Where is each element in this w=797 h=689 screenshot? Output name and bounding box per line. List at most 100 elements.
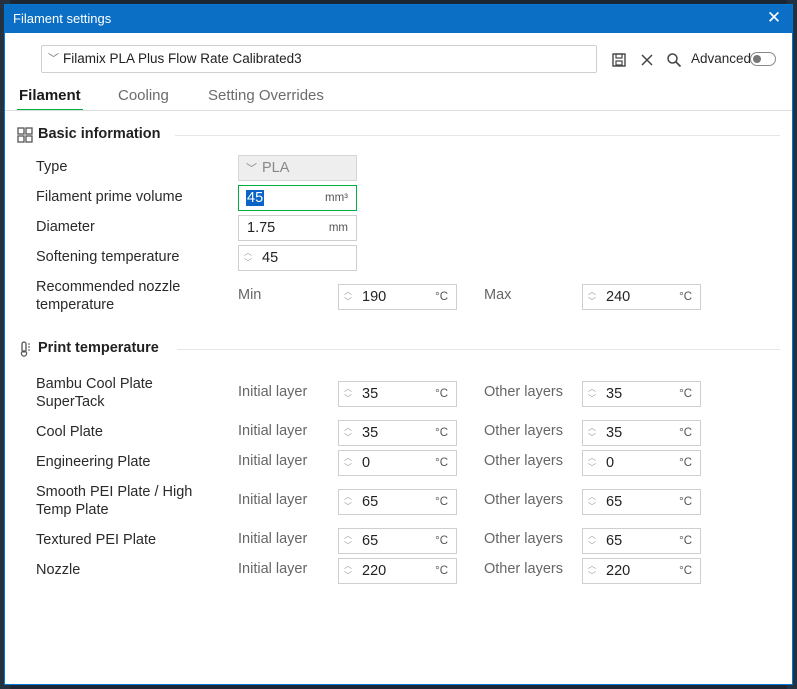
initial-layer-input[interactable]: ︿ ﹀ 65 °C bbox=[338, 528, 457, 554]
other-layers-label: Other layers bbox=[484, 453, 563, 469]
preset-name: Filamix PLA Plus Flow Rate Calibrated3 bbox=[63, 51, 302, 66]
prime-volume-value: 45 bbox=[246, 190, 265, 206]
diameter-input[interactable]: 1.75 mm bbox=[238, 215, 357, 241]
other-layers-input[interactable]: ︿ ﹀ 65 °C bbox=[582, 489, 701, 515]
grid-icon bbox=[17, 127, 33, 143]
search-icon[interactable] bbox=[666, 52, 682, 68]
stepper-icon[interactable]: ︿ ﹀ bbox=[587, 531, 597, 551]
initial-layer-value: 0 bbox=[362, 455, 371, 471]
plate-label: Engineering Plate bbox=[36, 454, 151, 470]
other-layers-value: 35 bbox=[606, 425, 623, 441]
nozzle-min-input[interactable]: ︿ ﹀ 190 °C bbox=[338, 284, 457, 310]
stepper-icon[interactable]: ︿ ﹀ bbox=[587, 561, 597, 581]
type-value: PLA bbox=[262, 160, 290, 176]
initial-layer-input[interactable]: ︿ ﹀ 65 °C bbox=[338, 489, 457, 515]
nozzle-max-input[interactable]: ︿ ﹀ 240 °C bbox=[582, 284, 701, 310]
stepper-icon[interactable]: ︿ ﹀ bbox=[343, 531, 353, 551]
celsius-unit: °C bbox=[679, 565, 692, 577]
initial-layer-value: 35 bbox=[362, 386, 379, 402]
tab-cooling[interactable]: Cooling bbox=[118, 87, 169, 104]
celsius-unit: °C bbox=[679, 388, 692, 400]
advanced-label: Advanced bbox=[691, 51, 752, 66]
softening-value: 45 bbox=[262, 250, 279, 266]
stepper-icon[interactable]: ︿ ﹀ bbox=[343, 384, 353, 404]
softening-input[interactable]: ︿ ﹀ 45 bbox=[238, 245, 357, 271]
plate-label: Textured PEI Plate bbox=[36, 532, 157, 548]
other-layers-input[interactable]: ︿ ﹀ 35 °C bbox=[582, 420, 701, 446]
prime-volume-unit: mm³ bbox=[325, 192, 348, 204]
stepper-icon[interactable]: ︿ ﹀ bbox=[343, 453, 353, 473]
window-title: Filament settings bbox=[13, 11, 112, 26]
nozzle-temp-label: Recommended nozzle temperature bbox=[36, 279, 181, 313]
tab-setting-overrides[interactable]: Setting Overrides bbox=[208, 87, 324, 104]
initial-layer-label: Initial layer bbox=[238, 453, 308, 469]
celsius-unit: °C bbox=[435, 427, 448, 439]
initial-layer-label: Initial layer bbox=[238, 561, 308, 577]
initial-layer-label: Initial layer bbox=[238, 423, 308, 439]
stepper-icon[interactable]: ︿ ﹀ bbox=[587, 492, 597, 512]
save-icon[interactable] bbox=[611, 52, 627, 68]
other-layers-value: 65 bbox=[606, 494, 623, 510]
initial-layer-input[interactable]: ︿ ﹀ 35 °C bbox=[338, 381, 457, 407]
celsius-unit: °C bbox=[435, 291, 448, 303]
type-label: Type bbox=[36, 159, 68, 175]
other-layers-label: Other layers bbox=[484, 423, 563, 439]
delete-preset-icon[interactable] bbox=[639, 52, 655, 68]
celsius-unit: °C bbox=[679, 496, 692, 508]
prime-volume-input[interactable]: 45 mm³ bbox=[238, 185, 357, 211]
tab-filament[interactable]: Filament bbox=[19, 87, 81, 104]
stepper-icon[interactable]: ︿ ﹀ bbox=[243, 248, 253, 268]
stepper-icon[interactable]: ︿ ﹀ bbox=[587, 453, 597, 473]
close-window-button[interactable]: ✕ bbox=[764, 8, 784, 28]
plate-label: Bambu Cool Plate SuperTack bbox=[36, 376, 153, 410]
section-rule bbox=[177, 349, 780, 350]
diameter-unit: mm bbox=[328, 222, 348, 234]
diameter-value: 1.75 bbox=[247, 220, 276, 236]
other-layers-input[interactable]: ︿ ﹀ 0 °C bbox=[582, 450, 701, 476]
plate-label: Cool Plate bbox=[36, 424, 103, 440]
other-layers-input[interactable]: ︿ ﹀ 220 °C bbox=[582, 558, 701, 584]
stepper-icon[interactable]: ︿ ﹀ bbox=[343, 287, 353, 307]
chevron-down-icon: ﹀ bbox=[246, 162, 257, 175]
stepper-icon[interactable]: ︿ ﹀ bbox=[587, 423, 597, 443]
stepper-icon[interactable]: ︿ ﹀ bbox=[587, 287, 597, 307]
section-title-basic: Basic information bbox=[38, 126, 161, 142]
plate-label: Nozzle bbox=[36, 562, 81, 578]
initial-layer-label: Initial layer bbox=[238, 384, 308, 400]
initial-layer-label: Initial layer bbox=[238, 492, 308, 508]
thermometer-icon bbox=[20, 341, 30, 357]
other-layers-input[interactable]: ︿ ﹀ 35 °C bbox=[582, 381, 701, 407]
tab-divider bbox=[5, 110, 792, 111]
other-layers-label: Other layers bbox=[484, 531, 563, 547]
celsius-unit: °C bbox=[679, 291, 692, 303]
stepper-icon[interactable]: ︿ ﹀ bbox=[343, 561, 353, 581]
other-layers-label: Other layers bbox=[484, 384, 563, 400]
stepper-icon[interactable]: ︿ ﹀ bbox=[587, 384, 597, 404]
initial-layer-value: 35 bbox=[362, 425, 379, 441]
stepper-icon[interactable]: ︿ ﹀ bbox=[343, 423, 353, 443]
initial-layer-input[interactable]: ︿ ﹀ 35 °C bbox=[338, 420, 457, 446]
prime-volume-label: Filament prime volume bbox=[36, 189, 183, 205]
filament-settings-window: Filament settings ✕ ﹀ Filamix PLA Plus F… bbox=[4, 4, 793, 685]
other-layers-label: Other layers bbox=[484, 492, 563, 508]
initial-layer-input[interactable]: ︿ ﹀ 220 °C bbox=[338, 558, 457, 584]
stepper-icon[interactable]: ︿ ﹀ bbox=[343, 492, 353, 512]
preset-selector[interactable]: ﹀ Filamix PLA Plus Flow Rate Calibrated3 bbox=[41, 45, 597, 73]
max-label: Max bbox=[484, 287, 512, 303]
other-layers-label: Other layers bbox=[484, 561, 563, 577]
chevron-down-icon: ﹀ bbox=[48, 52, 59, 65]
advanced-toggle[interactable] bbox=[750, 52, 776, 66]
type-select[interactable]: ﹀ PLA bbox=[238, 155, 357, 181]
celsius-unit: °C bbox=[435, 535, 448, 547]
plate-label: Smooth PEI Plate / High Temp Plate bbox=[36, 484, 193, 518]
celsius-unit: °C bbox=[679, 535, 692, 547]
nozzle-min-value: 190 bbox=[362, 289, 387, 305]
section-rule bbox=[175, 135, 780, 136]
initial-layer-value: 65 bbox=[362, 533, 379, 549]
title-bar: Filament settings ✕ bbox=[5, 5, 792, 33]
softening-label: Softening temperature bbox=[36, 249, 180, 265]
initial-layer-input[interactable]: ︿ ﹀ 0 °C bbox=[338, 450, 457, 476]
other-layers-input[interactable]: ︿ ﹀ 65 °C bbox=[582, 528, 701, 554]
celsius-unit: °C bbox=[435, 457, 448, 469]
section-title-print-temp: Print temperature bbox=[38, 340, 159, 356]
